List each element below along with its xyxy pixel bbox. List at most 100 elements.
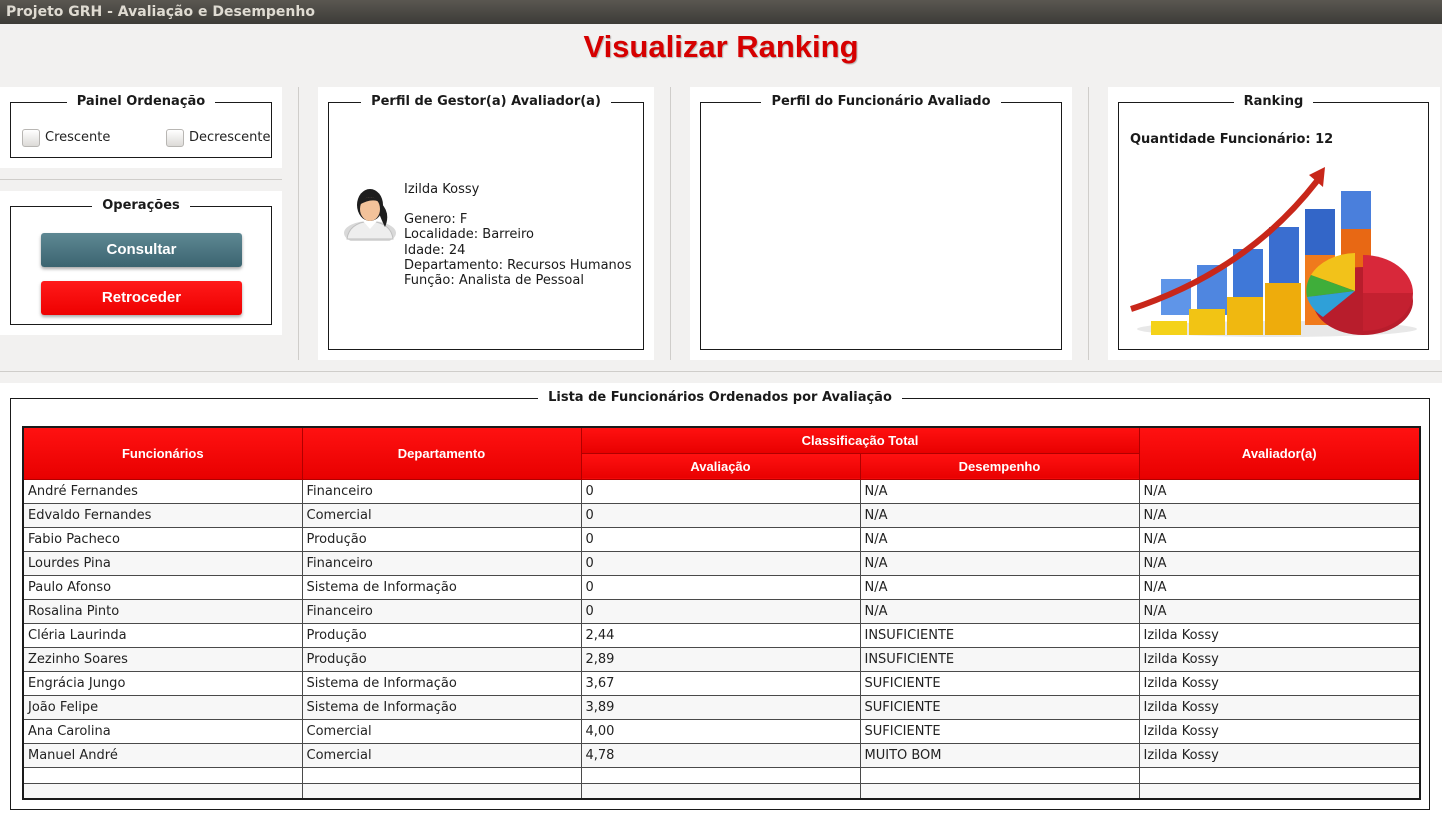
table-row[interactable]: João Felipe Sistema de Informação 3,89 SUFI… — [22, 694, 1421, 720]
cell-desempenho[interactable]: N/A — [859, 526, 1140, 552]
retroceder-button[interactable]: Retroceder — [41, 281, 242, 315]
cell-avaliador[interactable] — [1138, 766, 1421, 784]
table-row[interactable]: Paulo Afonso Sistema de Informação 0 N/A N/A — [22, 574, 1421, 600]
table-row[interactable] — [22, 766, 1421, 784]
cell-departamento[interactable]: Sistema de Informação — [301, 670, 582, 696]
cell-avaliador[interactable]: Izilda Kossy — [1138, 694, 1421, 720]
cell-avaliacao[interactable]: 0 — [580, 526, 861, 552]
cell-funcionario[interactable]: Ana Carolina — [22, 718, 303, 744]
cell-avaliacao[interactable]: 3,89 — [580, 694, 861, 720]
cell-avaliador[interactable]: Izilda Kossy — [1138, 718, 1421, 744]
cell-avaliacao[interactable]: 0 — [580, 502, 861, 528]
cell-departamento[interactable]: Produção — [301, 622, 582, 648]
table-row[interactable]: Lourdes Pina Financeiro 0 N/A N/A — [22, 550, 1421, 576]
cell-avaliacao[interactable] — [580, 766, 861, 784]
cell-funcionario[interactable] — [22, 766, 303, 784]
cell-funcionario[interactable]: Fabio Pacheco — [22, 526, 303, 552]
cell-avaliacao[interactable]: 0 — [580, 550, 861, 576]
table-row[interactable]: Fabio Pacheco Produção 0 N/A N/A — [22, 526, 1421, 552]
cell-funcionario[interactable]: Lourdes Pina — [22, 550, 303, 576]
header-avaliacao[interactable]: Avaliação — [580, 452, 861, 480]
header-classificacao: Classificação Total — [580, 426, 1140, 454]
table-row[interactable]: Ana Carolina Comercial 4,00 SUFICIENTE Izild… — [22, 718, 1421, 744]
cell-avaliador[interactable]: N/A — [1138, 502, 1421, 528]
cell-departamento[interactable]: Financeiro — [301, 478, 582, 504]
cell-desempenho[interactable]: N/A — [859, 598, 1140, 624]
ordenacao-group: Painel Ordenação Crescente Decrescente — [10, 94, 272, 158]
header-funcionarios[interactable]: Funcionários — [22, 426, 303, 480]
cell-desempenho[interactable]: N/A — [859, 574, 1140, 600]
cell-departamento[interactable]: Comercial — [301, 718, 582, 744]
cell-departamento[interactable]: Produção — [301, 526, 582, 552]
cell-funcionario[interactable]: Manuel André — [22, 742, 303, 768]
header-avaliador[interactable]: Avaliador(a) — [1138, 426, 1421, 480]
gestor-localidade: Localidade: Barreiro — [404, 227, 534, 242]
cell-desempenho[interactable]: N/A — [859, 550, 1140, 576]
cell-avaliacao[interactable]: 4,00 — [580, 718, 861, 744]
cell-desempenho[interactable] — [859, 782, 1140, 800]
cell-avaliador[interactable]: Izilda Kossy — [1138, 622, 1421, 648]
table-row[interactable]: Zezinho Soares Produção 2,89 INSUFICIENTE Iz… — [22, 646, 1421, 672]
cell-avaliacao[interactable]: 4,78 — [580, 742, 861, 768]
cell-avaliacao[interactable]: 3,67 — [580, 670, 861, 696]
cell-departamento[interactable]: Comercial — [301, 502, 582, 528]
cell-departamento[interactable]: Financeiro — [301, 598, 582, 624]
table-row[interactable]: Engrácia Jungo Sistema de Informação 3,67 S… — [22, 670, 1421, 696]
cell-funcionario[interactable]: Rosalina Pinto — [22, 598, 303, 624]
cell-desempenho[interactable]: INSUFICIENTE — [859, 622, 1140, 648]
cell-avaliador[interactable]: Izilda Kossy — [1138, 742, 1421, 768]
cell-funcionario[interactable]: Zezinho Soares — [22, 646, 303, 672]
cell-funcionario[interactable] — [22, 782, 303, 800]
cell-desempenho[interactable] — [859, 766, 1140, 784]
cell-funcionario[interactable]: João Felipe — [22, 694, 303, 720]
cell-funcionario[interactable]: André Fernandes — [22, 478, 303, 504]
crescente-checkbox[interactable] — [22, 129, 40, 147]
table-row[interactable] — [22, 782, 1421, 800]
table-row[interactable]: Edvaldo Fernandes Comercial 0 N/A N/A — [22, 502, 1421, 528]
cell-avaliacao[interactable]: 0 — [580, 574, 861, 600]
cell-desempenho[interactable]: N/A — [859, 478, 1140, 504]
header-departamento[interactable]: Departamento — [301, 426, 582, 480]
cell-avaliador[interactable]: N/A — [1138, 598, 1421, 624]
left-separator — [0, 179, 282, 180]
cell-departamento[interactable] — [301, 766, 582, 784]
cell-avaliador[interactable]: Izilda Kossy — [1138, 646, 1421, 672]
cell-desempenho[interactable]: MUITO BOM — [859, 742, 1140, 768]
ordenacao-panel: Painel Ordenação Crescente Decrescente — [0, 87, 282, 168]
table-row[interactable]: André Fernandes Financeiro 0 N/A N/A — [22, 478, 1421, 504]
cell-departamento[interactable]: Sistema de Informação — [301, 694, 582, 720]
cell-avaliador[interactable]: N/A — [1138, 478, 1421, 504]
cell-avaliacao[interactable]: 2,44 — [580, 622, 861, 648]
cell-avaliacao[interactable]: 0 — [580, 478, 861, 504]
cell-avaliador[interactable]: N/A — [1138, 550, 1421, 576]
cell-desempenho[interactable]: SUFICIENTE — [859, 670, 1140, 696]
cell-departamento[interactable]: Sistema de Informação — [301, 574, 582, 600]
cell-departamento[interactable]: Comercial — [301, 742, 582, 768]
cell-avaliador[interactable]: Izilda Kossy — [1138, 670, 1421, 696]
cell-departamento[interactable] — [301, 782, 582, 800]
ranking-panel: Ranking Quantidade Funcionário: 12 — [1108, 87, 1440, 360]
table-row[interactable]: Rosalina Pinto Financeiro 0 N/A N/A — [22, 598, 1421, 624]
cell-avaliacao[interactable] — [580, 782, 861, 800]
table-row[interactable]: Manuel André Comercial 4,78 MUITO BOM Izilda… — [22, 742, 1421, 768]
cell-funcionario[interactable]: Edvaldo Fernandes — [22, 502, 303, 528]
cell-avaliacao[interactable]: 0 — [580, 598, 861, 624]
cell-avaliacao[interactable]: 2,89 — [580, 646, 861, 672]
cell-desempenho[interactable]: INSUFICIENTE — [859, 646, 1140, 672]
cell-avaliador[interactable]: N/A — [1138, 574, 1421, 600]
cell-desempenho[interactable]: SUFICIENTE — [859, 718, 1140, 744]
cell-funcionario[interactable]: Paulo Afonso — [22, 574, 303, 600]
cell-desempenho[interactable]: N/A — [859, 502, 1140, 528]
consultar-button[interactable]: Consultar — [41, 233, 242, 267]
cell-funcionario[interactable]: Engrácia Jungo — [22, 670, 303, 696]
cell-departamento[interactable]: Produção — [301, 646, 582, 672]
cell-avaliador[interactable] — [1138, 782, 1421, 800]
cell-departamento[interactable]: Financeiro — [301, 550, 582, 576]
gestor-panel: Perfil de Gestor(a) Avaliador(a) Izilda … — [318, 87, 654, 360]
decrescente-checkbox[interactable] — [166, 129, 184, 147]
header-desempenho[interactable]: Desempenho — [859, 452, 1140, 480]
cell-desempenho[interactable]: SUFICIENTE — [859, 694, 1140, 720]
table-row[interactable]: Cléria Laurinda Produção 2,44 INSUFICIENTE I… — [22, 622, 1421, 648]
cell-funcionario[interactable]: Cléria Laurinda — [22, 622, 303, 648]
cell-avaliador[interactable]: N/A — [1138, 526, 1421, 552]
